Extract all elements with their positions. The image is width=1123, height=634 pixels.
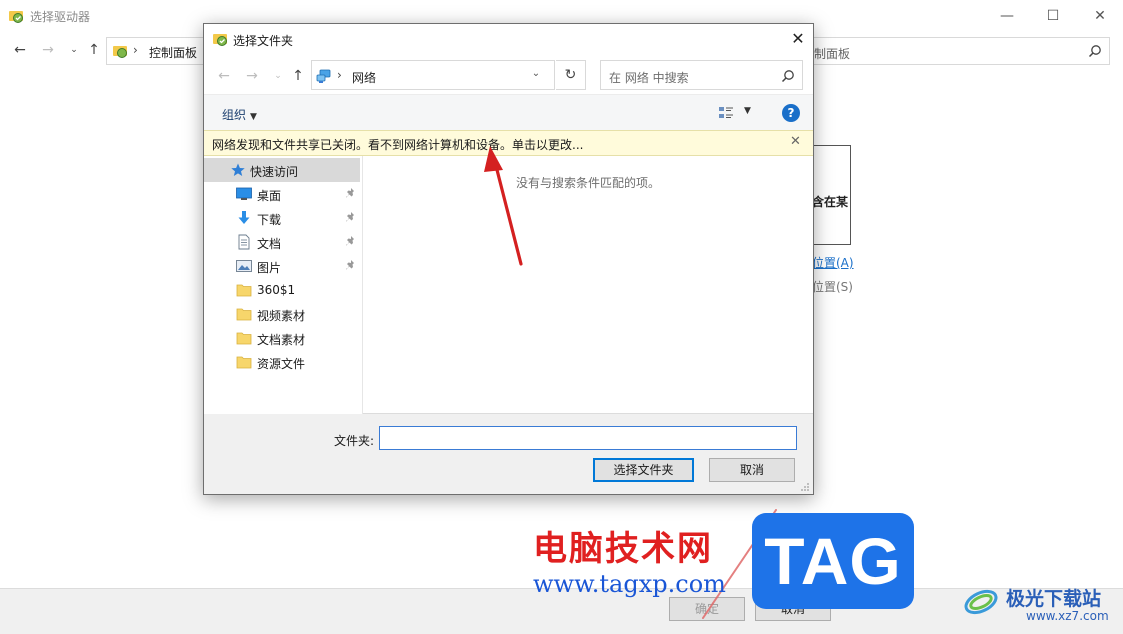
folder-icon: [236, 308, 252, 321]
desktop-icon: [236, 187, 252, 200]
nav-label: 图片: [257, 261, 282, 275]
nav-label: 文档: [257, 237, 282, 251]
navigation-pane: 快速访问 桌面 下载 文档 图片 360$1 视频素材 文档素材 资源文件: [204, 156, 363, 414]
resize-grip-icon[interactable]: [800, 482, 810, 492]
watermark-brand: 极光下载站: [1006, 588, 1102, 610]
forward-arrow-icon[interactable]: →: [40, 42, 56, 58]
dialog-search-placeholder: 在 网络 中搜索: [609, 71, 689, 85]
nav-label: 下载: [257, 213, 282, 227]
up-arrow-icon[interactable]: ↑: [86, 42, 102, 58]
pin-icon[interactable]: [345, 235, 357, 247]
aurora-logo-icon: [964, 589, 998, 615]
download-icon: [238, 211, 250, 224]
folder-icon: [236, 356, 252, 369]
nav-item-documents[interactable]: 文档: [204, 230, 360, 254]
nav-item-quick-access[interactable]: 快速访问: [204, 158, 360, 182]
dialog-close-button[interactable]: ✕: [788, 29, 808, 49]
nav-item-resource-files[interactable]: 资源文件: [204, 350, 360, 374]
document-icon: [238, 234, 250, 250]
infobar-close-icon[interactable]: ✕: [790, 134, 801, 149]
dialog-toolbar: 组织 ▼ ▼ ?: [204, 94, 813, 130]
help-icon[interactable]: ?: [782, 104, 800, 122]
nav-label: 桌面: [257, 189, 282, 203]
dialog-navbar: ← → ⌄ ↑ › 网络 ⌄ ↻ 在 网络 中搜索: [204, 54, 813, 94]
nav-item-folder-360[interactable]: 360$1: [204, 278, 360, 302]
control-panel-icon: [113, 46, 127, 58]
back-arrow-icon[interactable]: ←: [216, 68, 232, 84]
nav-item-pictures[interactable]: 图片: [204, 254, 360, 278]
refresh-icon: ↻: [564, 67, 577, 83]
bg-window-title: 选择驱动器: [30, 10, 91, 24]
search-icon[interactable]: [1088, 44, 1102, 58]
bg-search-placeholder: 制面板: [814, 47, 851, 61]
network-discovery-infobar[interactable]: 网络发现和文件共享已关闭。看不到网络计算机和设备。单击以更改... ✕: [204, 130, 813, 156]
minimize-button[interactable]: —: [984, 4, 1030, 28]
bg-panel-text: 含在某: [812, 195, 849, 209]
dialog-address-bar[interactable]: › 网络 ⌄: [311, 60, 555, 90]
nav-label: 视频素材: [257, 309, 306, 323]
recent-dropdown-icon[interactable]: ⌄: [66, 42, 82, 58]
pin-icon[interactable]: [345, 187, 357, 199]
watermark-tag-text: TAG: [764, 524, 902, 598]
dialog-search-input[interactable]: 在 网络 中搜索: [600, 60, 803, 90]
folder-field-label: 文件夹:: [334, 434, 375, 448]
chevron-right-icon: ›: [133, 43, 138, 57]
up-arrow-icon[interactable]: ↑: [290, 68, 306, 84]
watermark-site-url: www.tagxp.com: [533, 570, 726, 598]
watermark-site-name: 电脑技术网: [533, 529, 713, 569]
dialog-body: 快速访问 桌面 下载 文档 图片 360$1 视频素材 文档素材 资源文件 没有…: [204, 156, 813, 414]
folder-icon: [236, 332, 252, 345]
view-options-icon[interactable]: [718, 106, 734, 120]
nav-label: 文档素材: [257, 333, 306, 347]
bg-ok-button[interactable]: 确定: [669, 597, 745, 621]
watermark-brand-url: www.xz7.com: [1026, 609, 1109, 623]
chevron-down-icon[interactable]: ⌄: [529, 68, 543, 82]
organize-label: 组织: [222, 108, 247, 122]
watermark-tag-badge: TAG: [752, 513, 914, 609]
nav-label: 快速访问: [250, 165, 299, 179]
dialog-address-path: 网络: [352, 71, 377, 85]
dialog-titlebar: 选择文件夹 ✕: [204, 24, 813, 54]
back-arrow-icon[interactable]: ←: [12, 42, 28, 58]
nav-label: 资源文件: [257, 357, 306, 371]
dialog-cancel-button[interactable]: 取消: [709, 458, 795, 482]
pin-icon[interactable]: [345, 211, 357, 223]
file-list-pane[interactable]: 没有与搜索条件匹配的项。: [364, 156, 813, 414]
folder-input[interactable]: [379, 426, 797, 450]
caret-down-icon: ▼: [250, 112, 257, 122]
recent-dropdown-icon[interactable]: ⌄: [270, 68, 286, 84]
maximize-button[interactable]: ☐: [1030, 4, 1076, 28]
refresh-button[interactable]: ↻: [556, 60, 586, 90]
close-button[interactable]: ✕: [1077, 4, 1123, 28]
infobar-message[interactable]: 网络发现和文件共享已关闭。看不到网络计算机和设备。单击以更改...: [212, 136, 583, 153]
select-folder-dialog: 选择文件夹 ✕ ← → ⌄ ↑ › 网络 ⌄ ↻ 在 网络 中搜索 组织 ▼ ▼…: [203, 23, 814, 495]
organize-menu[interactable]: 组织 ▼: [222, 106, 257, 123]
search-icon[interactable]: [781, 69, 795, 83]
bg-address-path: 控制面板: [149, 46, 198, 60]
picture-icon: [236, 260, 252, 272]
nav-item-desktop[interactable]: 桌面: [204, 182, 360, 206]
chevron-right-icon: ›: [337, 68, 342, 82]
star-icon: [231, 163, 245, 176]
select-folder-button[interactable]: 选择文件夹: [593, 458, 694, 482]
drive-settings-icon: [213, 34, 227, 46]
nav-item-downloads[interactable]: 下载: [204, 206, 360, 230]
bg-location-link[interactable]: 位置(A): [812, 254, 854, 271]
drive-settings-icon: [9, 11, 23, 23]
nav-item-document-assets[interactable]: 文档素材: [204, 326, 360, 350]
empty-results-message: 没有与搜索条件匹配的项。: [516, 176, 661, 190]
bg-location-s-link[interactable]: 位置(S): [812, 278, 853, 295]
folder-icon: [236, 284, 252, 297]
nav-label: 360$1: [257, 283, 296, 297]
view-caret-down-icon[interactable]: ▼: [744, 106, 751, 116]
pin-icon[interactable]: [345, 259, 357, 271]
dialog-title: 选择文件夹: [233, 34, 294, 48]
network-icon: [316, 69, 331, 83]
forward-arrow-icon[interactable]: →: [244, 68, 260, 84]
nav-item-video-assets[interactable]: 视频素材: [204, 302, 360, 326]
